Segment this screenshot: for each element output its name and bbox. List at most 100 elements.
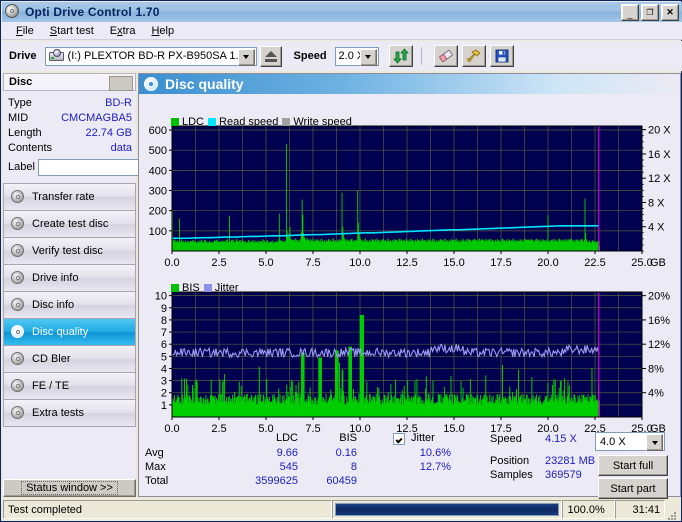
maximize-button[interactable]: ❐ — [641, 4, 659, 21]
disc-panel-title: Disc — [9, 76, 33, 88]
resize-grip-icon[interactable] — [665, 503, 679, 520]
menu-extra[interactable]: Extra — [102, 24, 144, 38]
drive-select[interactable]: (I:) PLEXTOR BD-R PX-B950SA 1.04 — [44, 46, 257, 66]
disc-row-length: Length 22.74 GB — [8, 125, 132, 140]
sidebar-item-label: Transfer rate — [32, 191, 95, 203]
app-disc-icon — [5, 4, 21, 20]
svg-text:3: 3 — [161, 376, 167, 388]
disc-row-length-value: 22.74 GB — [85, 126, 132, 139]
sidebar-item-label: Disc quality — [32, 326, 89, 338]
svg-text:500: 500 — [149, 145, 167, 157]
legend-label-jitter: Jitter — [214, 282, 239, 294]
sidebar-item-label: CD Bler — [32, 353, 71, 365]
close-button[interactable]: ✕ — [661, 4, 679, 21]
tools-button[interactable] — [461, 45, 486, 67]
test-speed-select-value: 4.0 X — [600, 435, 626, 448]
legend-entry-ldc: LDC — [171, 116, 204, 128]
legend-swatch-write-speed — [282, 118, 291, 126]
disc-icon — [10, 189, 26, 205]
disc-icon — [10, 270, 26, 286]
refresh-button[interactable] — [388, 45, 413, 67]
sidebar-item-fe-te[interactable]: FE / TE — [4, 373, 135, 400]
sidebar-item-label: Disc info — [32, 299, 75, 311]
status-window-button[interactable]: Status window >> — [3, 479, 136, 497]
sidebar-item-label: Verify test disc — [32, 245, 103, 257]
status-bar: Test completed 100.0% 31:41 — [3, 499, 681, 520]
svg-text:20 X: 20 X — [648, 125, 671, 137]
ldc-chart-canvas[interactable]: 100 200 300 400 500 600 4 X 8 X 12 X 16 X 20 X 0.0 2… — [139, 122, 680, 272]
progress-percent: 100.0% — [562, 500, 616, 519]
stats-row-label-total: Total — [145, 475, 169, 487]
disc-panel-header: Disc — [3, 73, 136, 91]
sidebar-item-cd-bler[interactable]: CD Bler — [4, 346, 135, 373]
disc-row-contents: Contents data — [8, 140, 132, 155]
test-speed-chevron-down-icon[interactable] — [646, 434, 663, 451]
disc-label-row: Label — [8, 156, 239, 178]
stats-area: LDC BIS Jitter Avg 9.66 0.16 10.6% Max 5… — [139, 430, 680, 499]
speed-select[interactable]: 2.0 X — [334, 46, 379, 66]
start-part-button[interactable]: Start part — [598, 478, 668, 499]
disc-row-mid: MID CMCMAGBA5 — [8, 110, 132, 125]
disc-row-type: Type BD-R — [8, 95, 132, 110]
toolbar-divider — [420, 47, 422, 65]
sidebar-item-create-test-disc[interactable]: Create test disc — [4, 211, 135, 238]
legend-entry-bis: BIS — [171, 282, 200, 294]
sidebar-item-verify-test-disc[interactable]: Verify test disc — [4, 238, 135, 265]
save-button[interactable] — [489, 45, 514, 67]
disc-icon — [10, 243, 26, 259]
legend-swatch-read-speed — [208, 118, 217, 126]
stats-row-label-max: Max — [145, 461, 166, 473]
save-disk-icon — [495, 49, 508, 63]
svg-text:20%: 20% — [648, 291, 670, 303]
svg-text:4%: 4% — [648, 388, 664, 400]
menu-bar: FFileile Start test Extra Help — [2, 22, 682, 40]
refresh-icon — [392, 48, 409, 64]
app-window: Opti Drive Control 1.70 _ ❐ ✕ FFileile S… — [0, 0, 682, 522]
bis-chart-legend: BIS Jitter — [171, 282, 239, 294]
sidebar-item-disc-quality[interactable]: Disc quality — [4, 319, 135, 346]
svg-text:5.0: 5.0 — [258, 257, 273, 269]
content-panel: Disc quality LDC Read speed Write speed … — [138, 73, 681, 499]
start-full-button[interactable]: Start full — [598, 455, 668, 476]
legend-swatch-ldc — [171, 118, 179, 126]
menu-file[interactable]: FFileile — [8, 24, 42, 38]
gold-tools-icon — [466, 49, 481, 62]
svg-text:7: 7 — [161, 327, 167, 339]
stats-max-jitter: 12.7% — [419, 461, 451, 473]
svg-text:20.0: 20.0 — [537, 257, 558, 269]
svg-text:16%: 16% — [648, 315, 670, 327]
legend-label-bis: BIS — [182, 282, 200, 294]
minimize-button[interactable]: _ — [621, 4, 639, 21]
menu-help[interactable]: Help — [143, 24, 182, 38]
disc-icon — [10, 216, 26, 232]
sidebar-item-disc-info[interactable]: Disc info — [4, 292, 135, 319]
erase-button[interactable] — [433, 45, 458, 67]
title-bar: Opti Drive Control 1.70 _ ❐ ✕ — [2, 2, 682, 22]
svg-text:600: 600 — [149, 125, 167, 137]
disc-icon — [10, 405, 26, 421]
legend-label-ldc: LDC — [182, 116, 205, 128]
content-header: Disc quality — [139, 74, 680, 94]
test-speed-select[interactable]: 4.0 X — [595, 432, 665, 451]
svg-text:1: 1 — [161, 400, 167, 412]
speed-chevron-down-icon[interactable] — [359, 48, 377, 66]
menu-start-test[interactable]: Start test — [42, 24, 102, 38]
svg-text:2.5: 2.5 — [211, 257, 226, 269]
svg-text:8 X: 8 X — [648, 197, 665, 209]
eject-button[interactable] — [259, 45, 282, 67]
drive-chevron-down-icon[interactable] — [237, 48, 255, 66]
sidebar-item-transfer-rate[interactable]: Transfer rate — [4, 184, 135, 211]
speed-label: Speed — [293, 50, 327, 62]
start-full-button-label: Start full — [612, 459, 654, 472]
svg-text:12%: 12% — [648, 339, 670, 351]
jitter-checkbox[interactable] — [393, 433, 405, 445]
legend-entry-write-speed: Write speed — [282, 116, 352, 128]
svg-text:4: 4 — [161, 363, 167, 375]
sidebar-item-extra-tests[interactable]: Extra tests — [4, 400, 135, 427]
status-message: Test completed — [3, 500, 332, 519]
bis-chart-canvas[interactable]: 123456789104%8%12%16%20%0.0 2.5 5.0 7.5 10.0… — [139, 288, 680, 448]
disc-row-contents-value: data — [110, 141, 132, 154]
elapsed-time: 31:41 — [615, 500, 666, 519]
legend-swatch-bis — [171, 284, 179, 292]
sidebar-item-drive-info[interactable]: Drive info — [4, 265, 135, 292]
